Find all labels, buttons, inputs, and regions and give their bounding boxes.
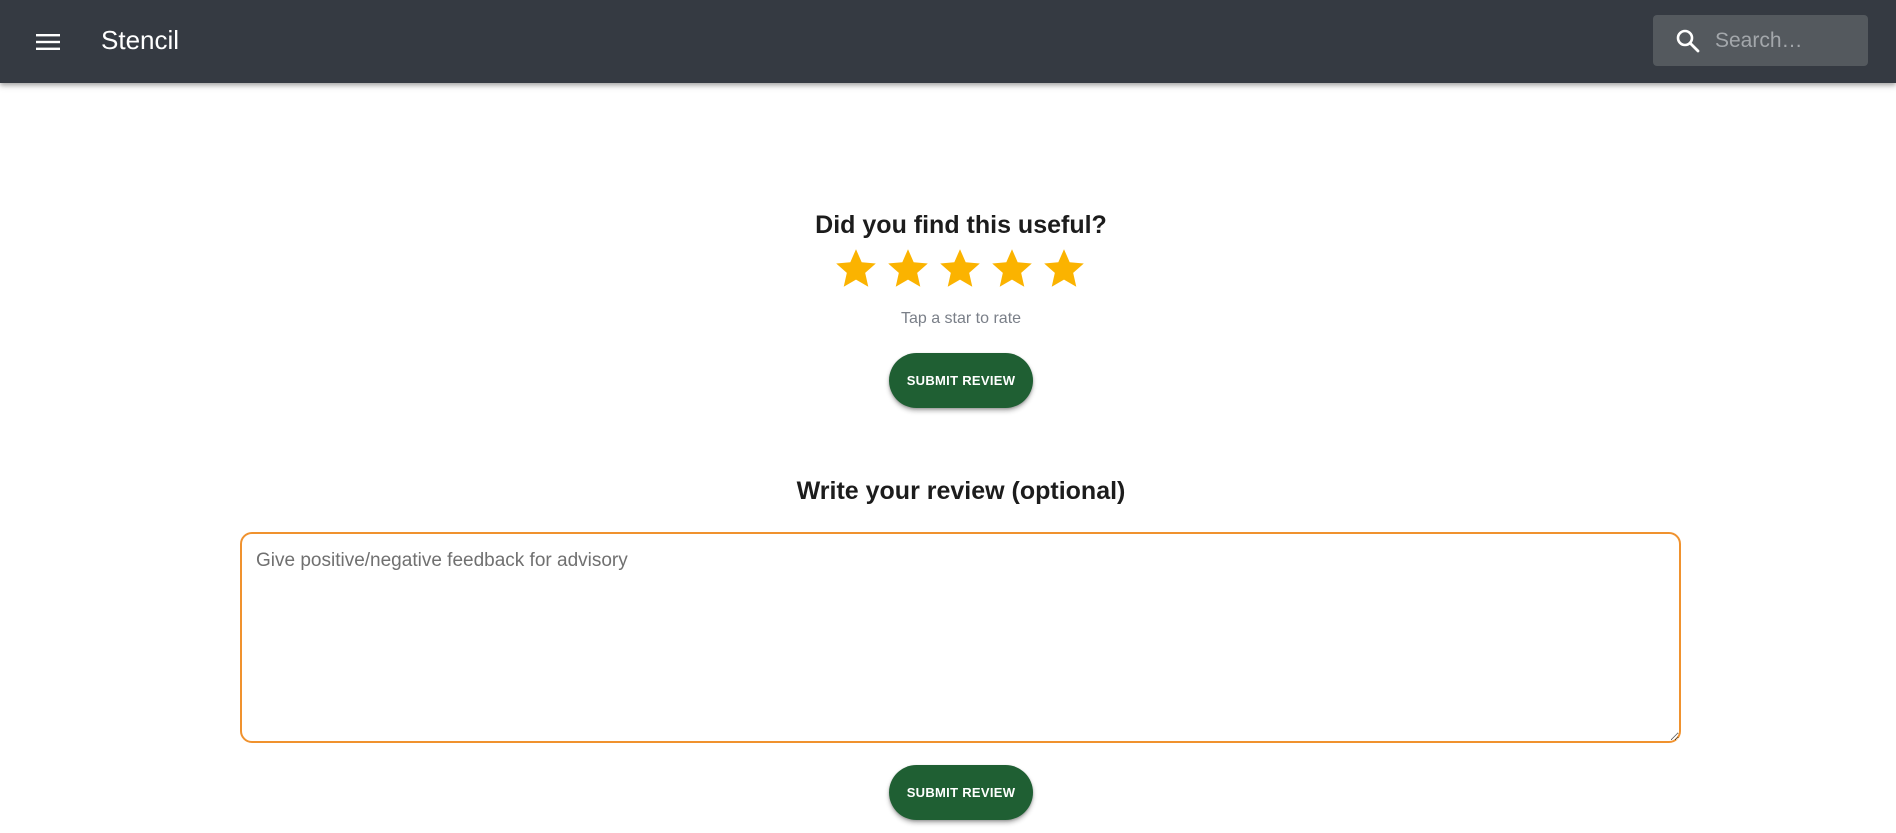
search-icon <box>1676 29 1700 53</box>
hamburger-menu-icon <box>36 34 60 50</box>
submit-review-button[interactable]: SUBMIT REVIEW <box>889 765 1033 820</box>
rating-question: Did you find this useful? <box>815 211 1107 239</box>
submit-rating-button[interactable]: SUBMIT REVIEW <box>889 353 1033 408</box>
menu-button[interactable] <box>28 22 68 62</box>
review-title: Write your review (optional) <box>796 477 1126 505</box>
rating-hint: Tap a star to rate <box>900 310 1022 327</box>
app-title: Stencil <box>101 25 180 55</box>
star-icon[interactable] <box>834 246 878 292</box>
search-input[interactable] <box>1715 15 1860 66</box>
star-rating[interactable] <box>834 246 1094 292</box>
search-box[interactable] <box>1653 15 1868 66</box>
star-icon[interactable] <box>990 246 1034 292</box>
star-icon[interactable] <box>1042 246 1086 292</box>
app-bar: Stencil <box>0 0 1896 83</box>
review-textarea[interactable] <box>240 532 1681 743</box>
star-icon[interactable] <box>886 246 930 292</box>
star-icon[interactable] <box>938 246 982 292</box>
